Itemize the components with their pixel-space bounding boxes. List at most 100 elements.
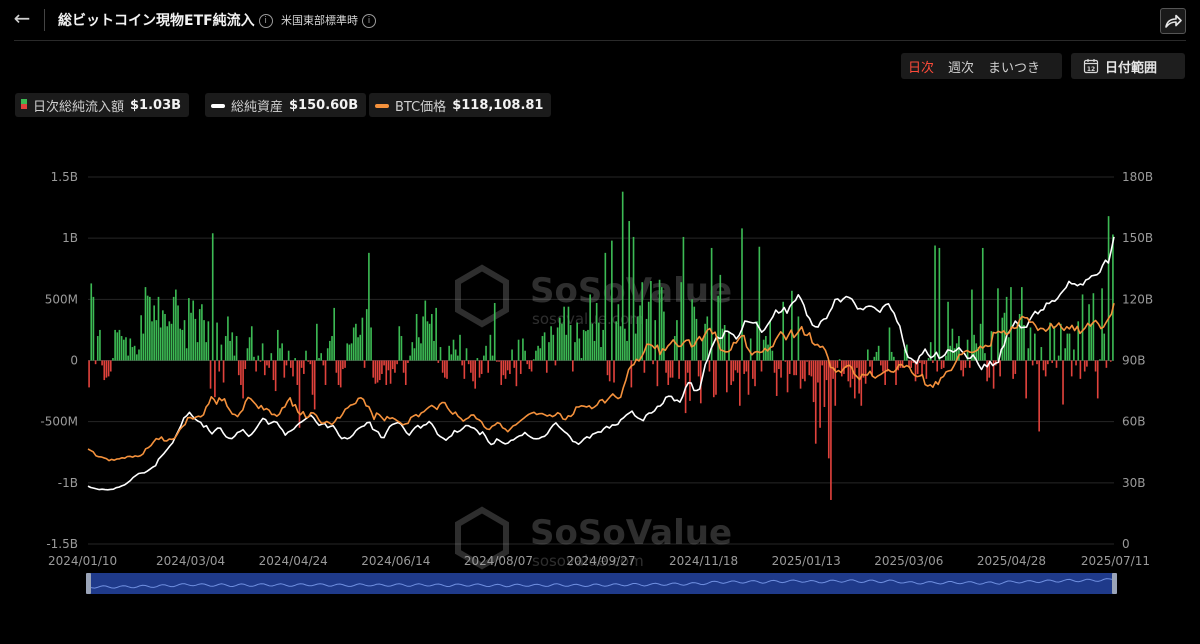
period-daily[interactable]: 日次: [901, 57, 941, 76]
inflow-bar: [576, 322, 578, 361]
inflow-bar: [732, 360, 735, 382]
inflow-bar: [628, 221, 631, 361]
inflow-bar: [220, 344, 223, 361]
inflow-bar: [895, 360, 897, 385]
inflow-bar: [767, 344, 769, 361]
inflow-bar: [1062, 360, 1064, 405]
period-weekly[interactable]: 週次: [941, 57, 981, 76]
inflow-bar: [1094, 360, 1097, 372]
inflow-bar: [164, 314, 166, 361]
inflow-bar: [231, 332, 234, 361]
inflow-bar: [485, 345, 487, 361]
inflow-bar: [721, 328, 724, 361]
y-tick-label-right: 120B: [1122, 292, 1153, 306]
inflow-bar: [424, 300, 427, 361]
inflow-bar: [188, 298, 190, 361]
inflow-bar: [1044, 360, 1047, 377]
inflow-bar: [372, 360, 375, 378]
inflow-bar: [949, 345, 952, 361]
inflow-bar: [452, 339, 455, 361]
inflow-bar: [979, 323, 982, 361]
inflow-bar: [615, 321, 617, 361]
inflow-bar: [387, 360, 390, 371]
share-button[interactable]: [1160, 8, 1186, 34]
inflow-bar: [309, 360, 312, 365]
inflow-bar: [539, 348, 542, 361]
inflow-bar: [363, 360, 366, 368]
inflow-bar: [997, 288, 999, 361]
inflow-bar: [259, 360, 262, 362]
inflow-bar: [467, 360, 470, 365]
inflow-bar: [645, 318, 648, 361]
inflow-bar: [1010, 287, 1012, 361]
legend-value: $118,108.81: [452, 97, 544, 113]
inflow-bar: [691, 299, 693, 361]
inflow-bar: [1031, 360, 1034, 366]
inflow-bar: [511, 349, 513, 361]
inflow-bar: [120, 336, 123, 361]
inflow-bar: [1051, 360, 1053, 363]
legend-net-assets[interactable]: 総純資産 $150.60B: [205, 93, 367, 117]
inflow-bar: [472, 360, 474, 382]
header-separator: [14, 40, 1186, 41]
legend-daily-inflow[interactable]: 日次総純流入額 $1.03B: [15, 93, 190, 117]
inflow-bar: [1096, 360, 1099, 399]
inflow-bar: [483, 355, 485, 361]
inflow-bar: [537, 345, 539, 361]
inflow-bar: [454, 349, 457, 361]
inflow-bar: [257, 355, 260, 361]
inflow-bar: [1064, 348, 1067, 361]
inflow-bar: [463, 360, 466, 379]
info-icon[interactable]: i: [258, 14, 273, 28]
inflow-bar: [847, 360, 850, 382]
legend-name: 総純資産: [231, 99, 284, 115]
inflow-bar: [281, 343, 283, 361]
inflow-bar: [448, 345, 450, 361]
inflow-bar: [450, 354, 453, 361]
legend-btc-price[interactable]: BTC価格 $118,108.81: [369, 93, 552, 117]
inflow-bar: [502, 360, 505, 376]
inflow-bar: [686, 360, 689, 373]
inflow-bar: [376, 360, 379, 383]
inflow-bar: [276, 329, 279, 361]
inflow-bar: [617, 304, 620, 361]
inflow-bar: [821, 360, 824, 366]
inflow-bar: [715, 360, 717, 395]
inflow-bar: [795, 360, 798, 376]
inflow-bar: [548, 342, 550, 361]
inflow-bar: [116, 332, 119, 361]
inflow-bar: [656, 360, 659, 387]
inflow-bar: [170, 323, 173, 361]
x-tick-label: 2024/09/27: [566, 554, 635, 568]
inflow-bar: [543, 332, 546, 361]
navigator-handle-left: [86, 573, 91, 594]
inflow-bar: [122, 339, 125, 361]
timezone-info-icon[interactable]: i: [362, 14, 376, 28]
y-tick-label-right: 30B: [1122, 476, 1146, 490]
date-range-button[interactable]: 12 日付範囲: [1071, 53, 1185, 79]
inflow-bar: [986, 360, 988, 382]
inflow-bar: [1073, 349, 1075, 361]
inflow-bar: [272, 360, 275, 381]
inflow-bar: [1055, 360, 1058, 368]
inflow-bar: [678, 360, 680, 379]
arrow-left-icon[interactable]: ←: [10, 6, 34, 30]
inflow-bar: [198, 309, 201, 361]
inflow-bar: [747, 360, 750, 395]
watermark-url: sosovalue.com: [532, 310, 644, 328]
inflow-bar: [1023, 325, 1025, 361]
inflow-bar: [157, 296, 160, 361]
inflow-bar: [962, 360, 965, 377]
period-monthly[interactable]: まいつき: [981, 57, 1047, 76]
inflow-bar: [441, 360, 444, 373]
inflow-bar: [817, 360, 819, 383]
inflow-bar: [138, 349, 140, 361]
inflow-bar: [118, 329, 121, 361]
timezone-label: 米国東部標準時 i: [281, 12, 376, 28]
inflow-bar: [702, 338, 704, 361]
inflow-bar: [669, 360, 672, 378]
watermark-logo: [455, 264, 509, 328]
inflow-bar: [1075, 360, 1077, 366]
inflow-bar: [229, 340, 231, 361]
range-navigator[interactable]: [86, 573, 1117, 594]
